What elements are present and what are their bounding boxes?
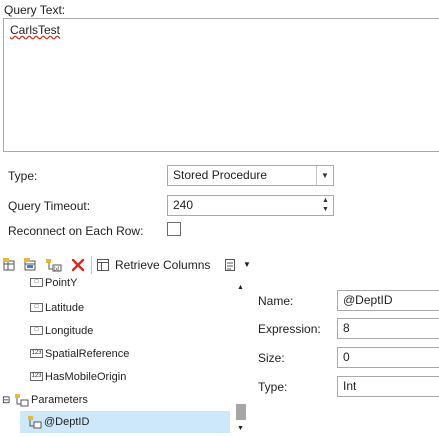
size-label: Size: [258,351,285,365]
toolbar-separator [91,256,92,274]
expression-label: Expression: [258,322,321,336]
toolbar: [x] Retrieve Columns ▼ [0,254,439,276]
field-icon: □ [30,325,43,335]
tree-scrollbar[interactable]: ▲ ▼ [233,278,249,437]
numeric-field-icon: 123 [30,371,43,381]
chevron-down-icon[interactable]: ▼ [316,166,333,185]
tree-item-longitude[interactable]: □ Longitude [30,322,93,340]
query-timeout-value: 240 [173,198,194,212]
tree-item-pointy[interactable]: □ PointY [30,278,77,292]
parameters-icon [15,394,29,407]
tree-item-parameters[interactable]: Parameters [15,391,88,409]
tree-item-deptid[interactable]: @DeptID [28,413,89,431]
name-label: Name: [258,294,294,308]
query-text-value: CarlsTest [10,23,61,37]
type-select[interactable]: Stored Procedure ▼ [167,165,334,186]
query-timeout-label: Query Timeout: [8,199,91,213]
parameter-icon [28,416,42,429]
tree-item-latitude[interactable]: □ Latitude [30,299,84,317]
add-field-icon[interactable] [24,258,38,272]
tree-item-hasmobileorigin[interactable]: 123 HasMobileOrigin [30,368,126,386]
query-text-label: Query Text: [4,3,66,17]
type-select-value: Stored Procedure [173,168,268,182]
svg-text:[x]: [x] [54,267,60,273]
tree-item-spatialreference[interactable]: 123 SpatialReference [30,345,129,363]
query-timeout-spinner[interactable]: 240 ▲ ▼ [167,195,334,216]
expression-field[interactable]: 8 [337,318,439,339]
delete-icon[interactable] [71,258,85,272]
spinner-buttons[interactable]: ▲ ▼ [318,196,333,215]
type-prop-label: Type: [258,380,288,394]
add-table-icon[interactable] [3,258,17,272]
spin-up-icon[interactable]: ▲ [318,196,333,205]
chevron-down-icon: ▼ [243,260,251,269]
scrollbar-thumb[interactable] [236,404,246,420]
retrieve-columns-button[interactable]: Retrieve Columns [97,256,210,274]
type-label: Type: [8,169,38,183]
add-parameter-icon[interactable]: [x] [46,258,62,273]
schema-tree[interactable]: □ PointY □ Latitude □ Longitude 123 SpatialR… [0,278,250,437]
retrieve-columns-label: Retrieve Columns [115,258,211,272]
scroll-down-icon[interactable]: ▼ [237,425,244,432]
query-text-area[interactable]: CarlsTest [3,18,439,152]
options-dropdown[interactable]: ▼ [223,256,253,274]
spin-down-icon[interactable]: ▼ [318,205,333,214]
field-icon: □ [30,278,43,287]
columns-icon [97,259,109,271]
name-field[interactable]: @DeptID [337,290,439,311]
collapse-icon[interactable]: ⊟ [2,395,10,406]
numeric-field-icon: 123 [30,348,43,358]
reconnect-checkbox[interactable] [167,222,181,236]
options-icon [225,259,235,271]
scroll-up-icon[interactable]: ▲ [237,284,244,291]
size-field[interactable]: 0 [337,347,439,368]
type-prop-field[interactable]: Int [337,376,439,397]
field-icon: □ [30,302,43,312]
reconnect-label: Reconnect on Each Row: [8,224,144,238]
